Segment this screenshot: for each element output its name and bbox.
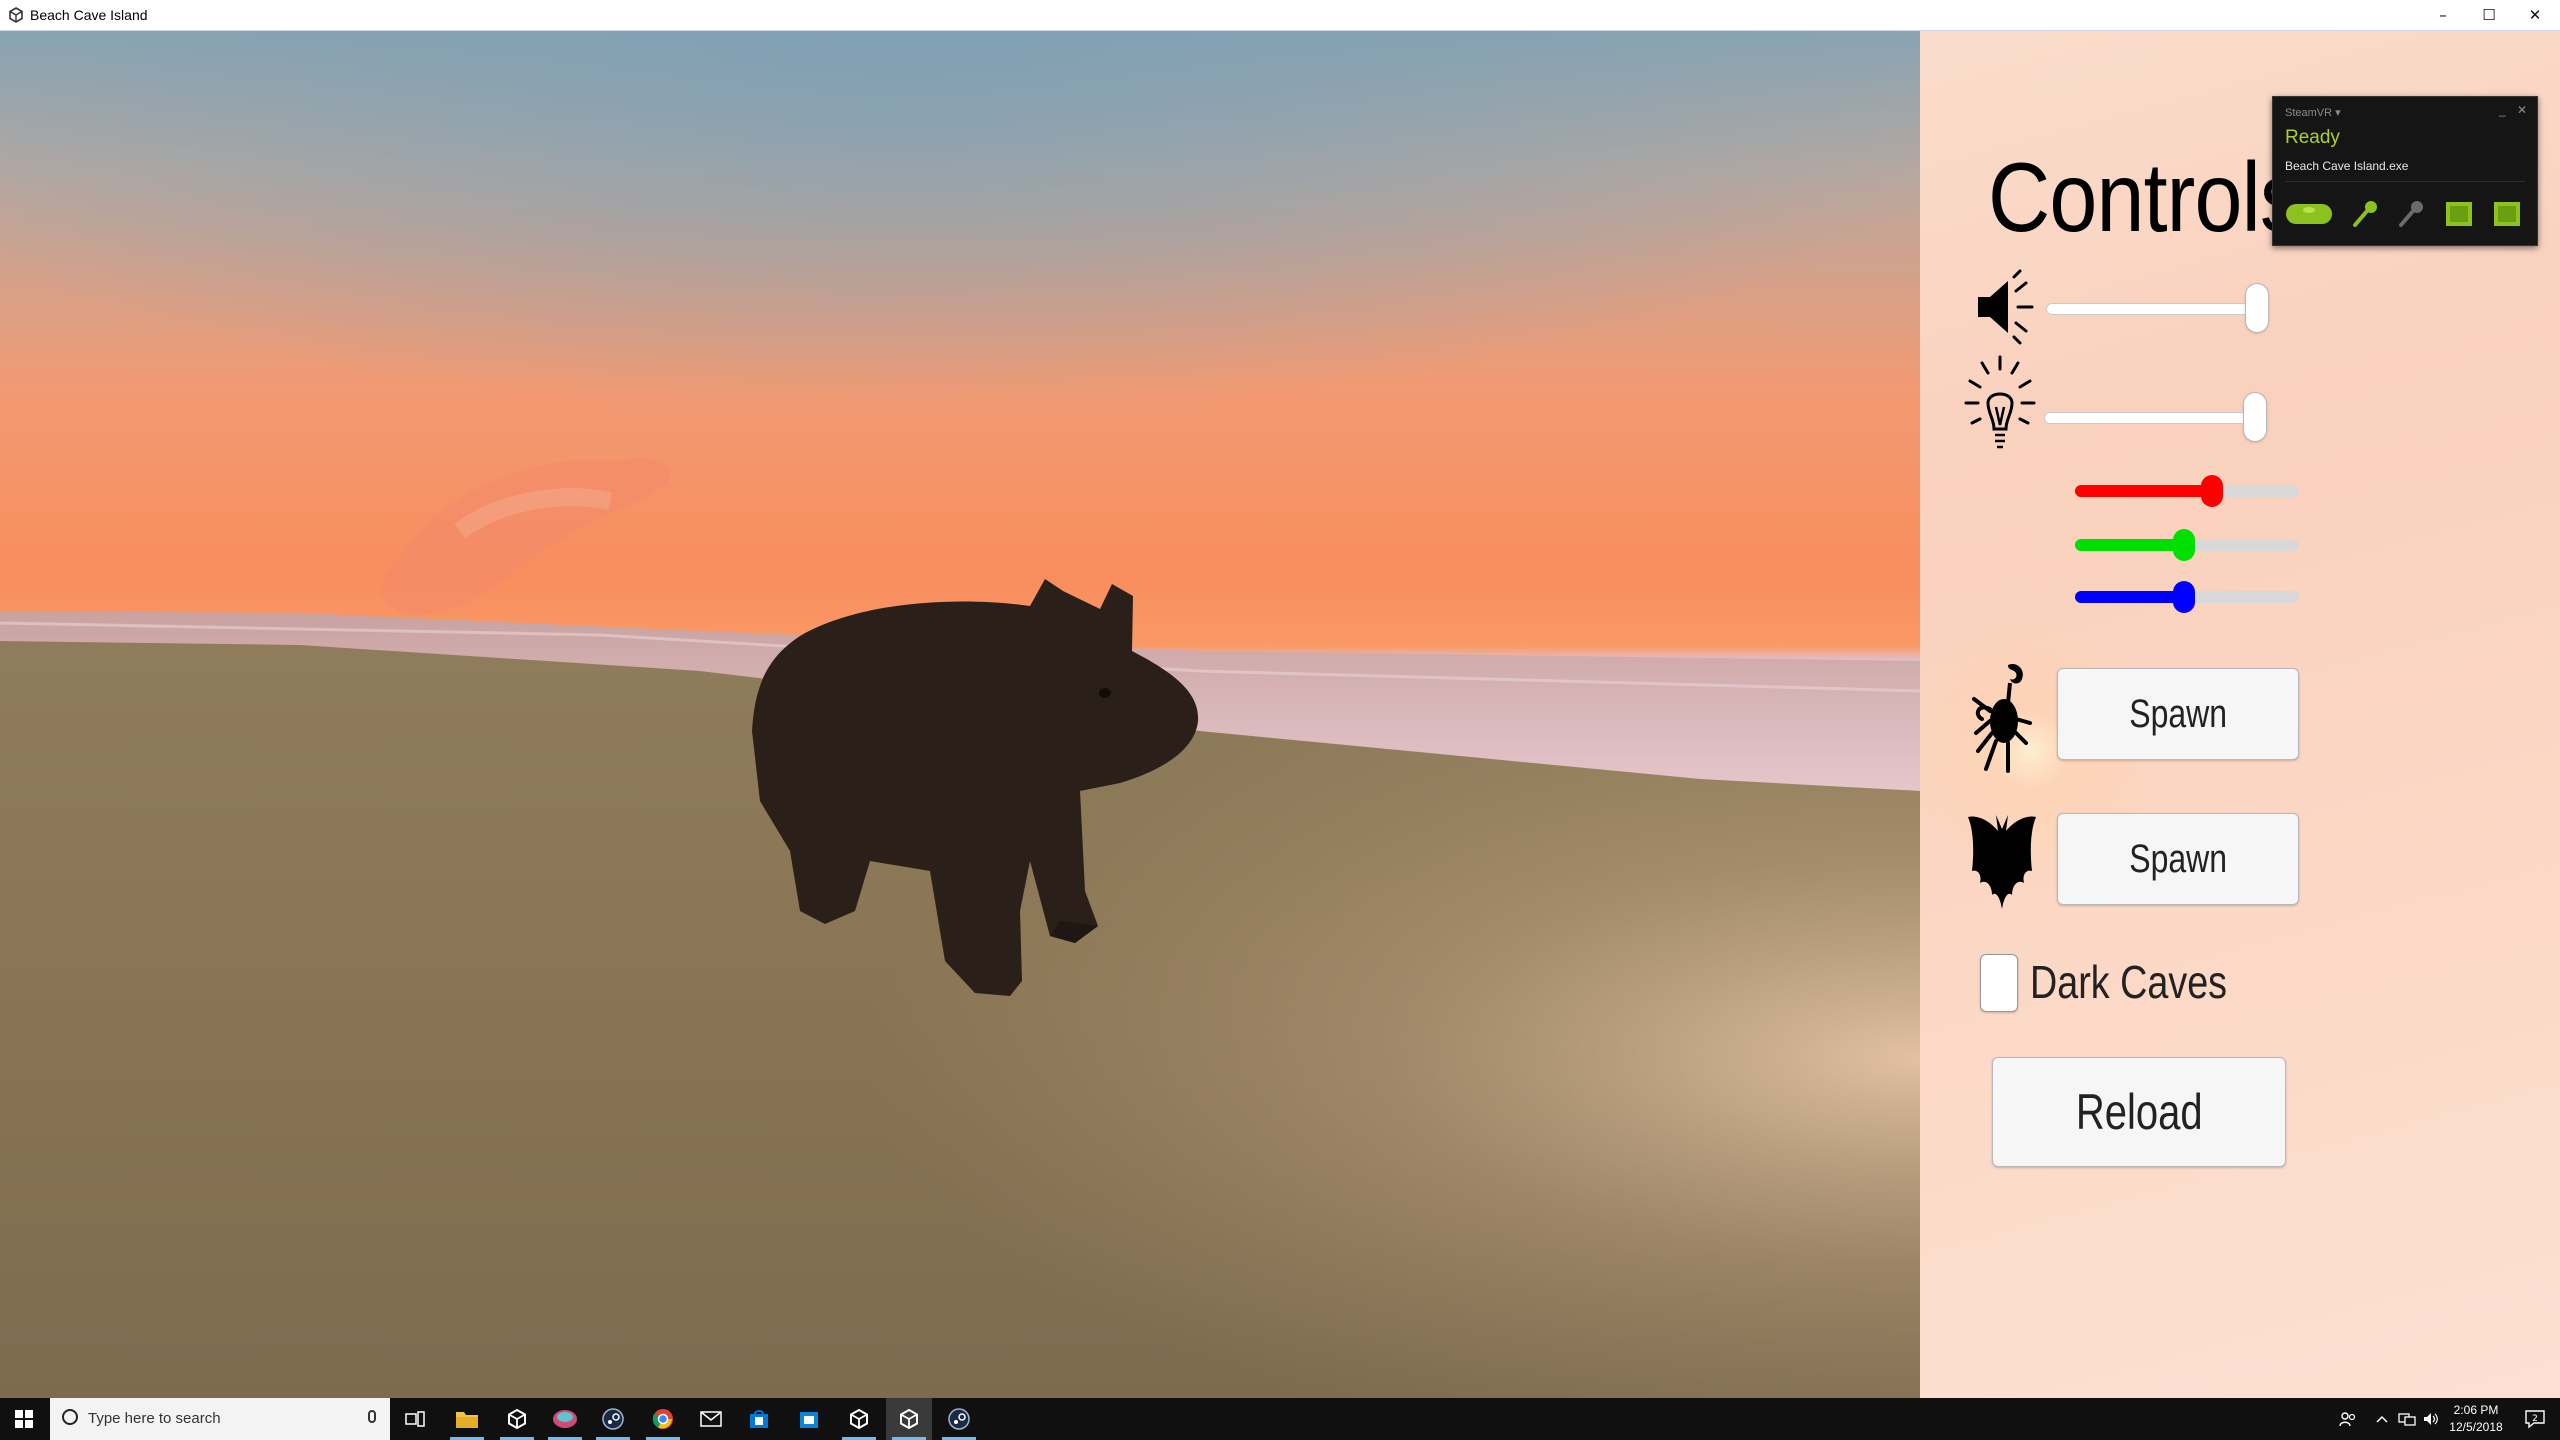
blue-slider-thumb[interactable] xyxy=(2173,581,2195,613)
red-slider-fill xyxy=(2075,485,2210,497)
steamvr-app-name: Beach Cave Island.exe xyxy=(2285,159,2409,173)
clock-date: 12/5/2018 xyxy=(2449,1420,2503,1434)
mail-icon[interactable] xyxy=(688,1398,734,1440)
steamvr-divider xyxy=(2285,181,2525,182)
windows-logo-icon xyxy=(15,1410,33,1428)
controller-off-icon[interactable] xyxy=(2397,199,2427,229)
file-explorer-icon[interactable] xyxy=(444,1398,490,1440)
speaker-icon xyxy=(1978,269,2034,345)
volume-slider[interactable] xyxy=(2046,284,2268,332)
blue-slider[interactable] xyxy=(2075,581,2299,613)
store-icon[interactable] xyxy=(786,1398,832,1440)
green-slider[interactable] xyxy=(2075,529,2299,561)
unity-icon xyxy=(9,7,23,23)
dark-caves-label: Dark Caves xyxy=(2030,956,2228,1008)
reload-button-label: Reload xyxy=(2075,1084,2203,1140)
start-button[interactable] xyxy=(0,1398,48,1440)
window-title: Beach Cave Island xyxy=(30,7,148,23)
blue-slider-fill xyxy=(2075,591,2183,603)
steam-icon[interactable] xyxy=(936,1398,982,1440)
base-station-icon[interactable] xyxy=(2445,201,2473,227)
bat-icon xyxy=(1968,815,2036,909)
steamvr-status-window: SteamVR ▾ _ ✕ Ready Beach Cave Island.ex… xyxy=(2272,96,2538,246)
red-slider[interactable] xyxy=(2075,475,2299,507)
unity-icon[interactable] xyxy=(836,1398,882,1440)
close-button[interactable]: ✕ xyxy=(2512,0,2558,30)
microphone-icon[interactable] xyxy=(368,1410,376,1423)
taskbar-search[interactable]: Type here to search xyxy=(50,1398,390,1440)
bat-spawn-button[interactable]: Spawn xyxy=(2057,813,2299,905)
brightness-slider[interactable] xyxy=(2044,393,2266,441)
steamvr-menu[interactable]: SteamVR ▾ xyxy=(2285,106,2341,119)
steam-icon[interactable] xyxy=(590,1398,636,1440)
people-icon[interactable] xyxy=(2330,1398,2366,1440)
red-slider-thumb[interactable] xyxy=(2201,475,2223,507)
beach-scene xyxy=(0,31,1920,1398)
steamvr-close-button[interactable]: ✕ xyxy=(2517,103,2527,117)
dark-caves-checkbox[interactable] xyxy=(1980,954,2018,1012)
minimize-button[interactable]: – xyxy=(2420,0,2466,30)
gitkraken-icon[interactable] xyxy=(542,1398,588,1440)
chrome-icon[interactable] xyxy=(640,1398,686,1440)
green-slider-thumb[interactable] xyxy=(2173,529,2195,561)
taskbar-clock[interactable]: 2:06 PM 12/5/2018 xyxy=(2440,1402,2512,1436)
controls-title: Controls xyxy=(1988,142,2303,252)
headset-icon[interactable] xyxy=(2285,201,2333,227)
chevron-up-icon[interactable] xyxy=(2370,1398,2394,1440)
reload-button[interactable]: Reload xyxy=(1992,1057,2286,1167)
window-title-bar: Beach Cave Island – ☐ ✕ xyxy=(0,0,2560,31)
maximize-button[interactable]: ☐ xyxy=(2466,0,2512,30)
network-icon[interactable] xyxy=(2394,1398,2420,1440)
game-viewport[interactable] xyxy=(0,31,1920,1398)
steamvr-minimize-button[interactable]: _ xyxy=(2499,103,2506,117)
crab-icon xyxy=(1972,663,2032,773)
notification-count: 2 xyxy=(2532,1414,2538,1424)
store-icon[interactable] xyxy=(736,1398,782,1440)
search-placeholder: Type here to search xyxy=(88,1410,221,1427)
controller-icon[interactable] xyxy=(2351,199,2381,229)
unity-icon[interactable] xyxy=(494,1398,540,1440)
clock-time: 2:06 PM xyxy=(2453,1403,2499,1417)
crab-spawn-button[interactable]: Spawn xyxy=(2057,668,2299,760)
steamvr-status: Ready xyxy=(2285,127,2340,148)
green-slider-fill xyxy=(2075,539,2183,551)
action-center-icon[interactable]: 2 xyxy=(2512,1398,2558,1440)
task-view-icon[interactable] xyxy=(392,1398,438,1440)
crab-spawn-button-label: Spawn xyxy=(2129,691,2227,736)
brightness-slider-thumb[interactable] xyxy=(2244,393,2266,441)
volume-icon[interactable] xyxy=(2420,1398,2442,1440)
taskbar: Type here to search 2:06 PM 12/5/2018 2 xyxy=(0,1398,2560,1440)
cortana-icon xyxy=(62,1409,78,1425)
bat-spawn-button-label: Spawn xyxy=(2129,836,2227,881)
unity-active-icon[interactable] xyxy=(886,1398,932,1440)
base-station-icon[interactable] xyxy=(2493,201,2521,227)
volume-slider-thumb[interactable] xyxy=(2246,284,2268,332)
lightbulb-icon xyxy=(1964,355,2036,449)
